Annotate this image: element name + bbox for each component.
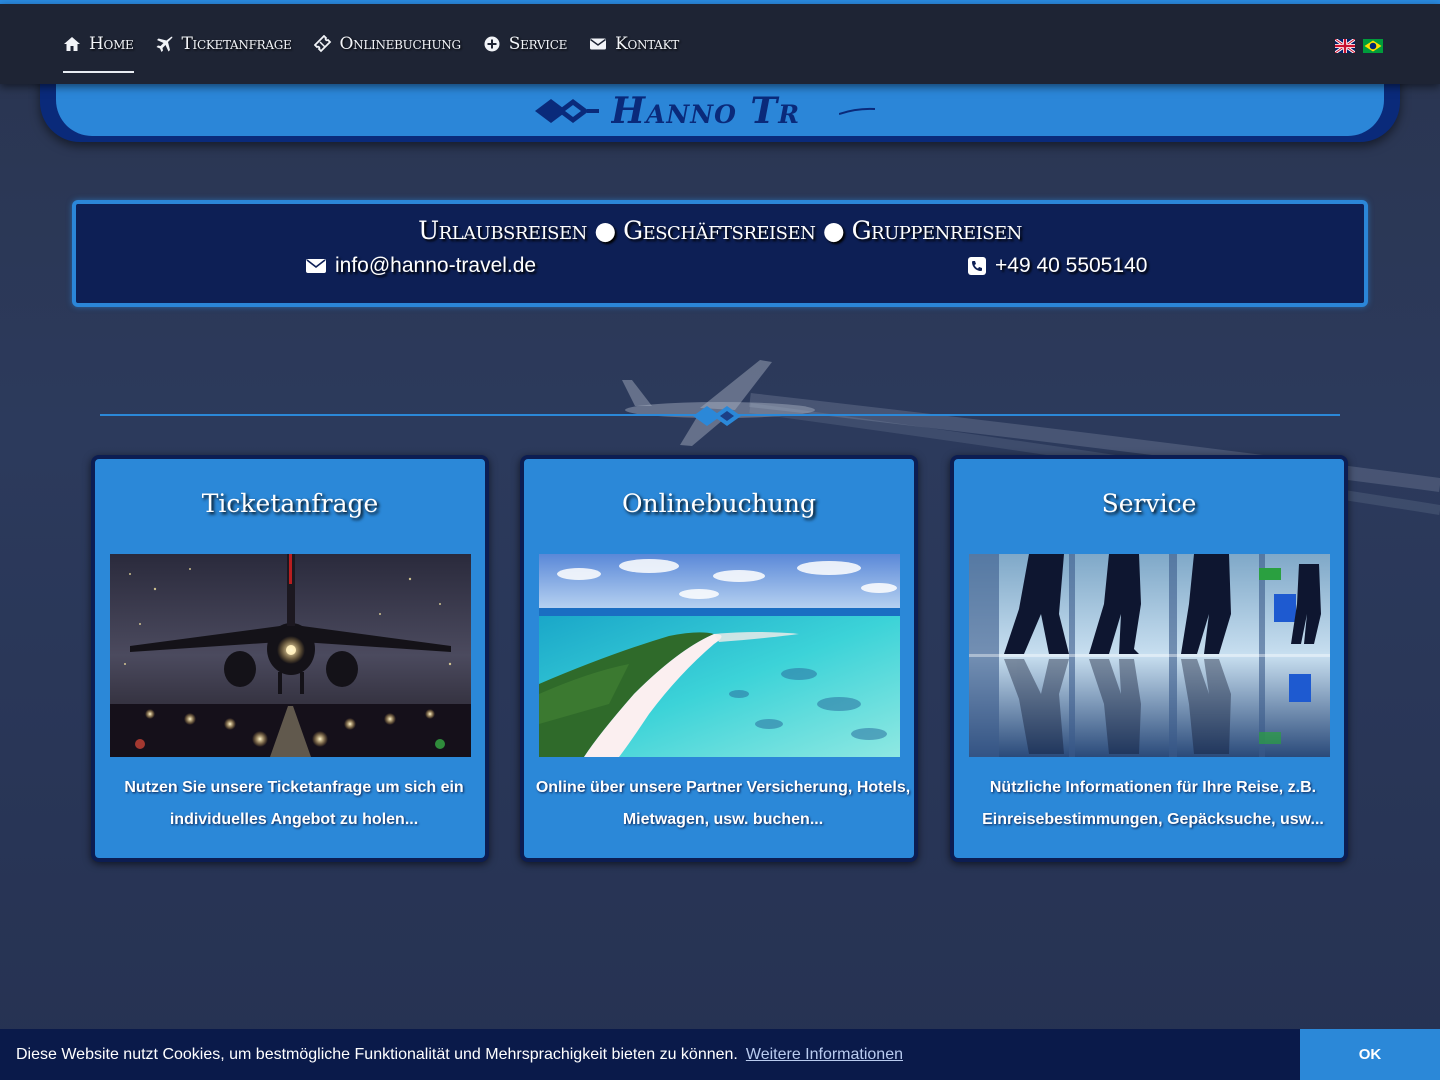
contact-email-link[interactable]: info@hanno-travel.de xyxy=(306,254,536,278)
site-logo[interactable]: Hanno Tr xyxy=(535,90,875,132)
card-title: Service xyxy=(1101,489,1197,518)
card-image-airplane-night xyxy=(110,554,471,757)
cookie-consent-bar: Diese Website nutzt Cookies, um bestmögl… xyxy=(0,1029,1440,1080)
brazil-flag-icon[interactable] xyxy=(1363,39,1383,53)
nav-item-onlinebuchung[interactable]: Onlinebuchung xyxy=(313,27,462,61)
card-title: Onlinebuchung xyxy=(622,489,816,518)
card-image-airport-terminal xyxy=(969,554,1330,757)
nav-item-label: Home xyxy=(89,34,134,54)
plane-icon xyxy=(156,35,174,53)
plus-circle-icon xyxy=(483,35,501,53)
nav-item-label: Onlinebuchung xyxy=(339,34,462,54)
card-description: Nützliche Informationen für Ihre Reise, … xyxy=(982,779,1324,828)
language-switcher xyxy=(1335,39,1383,53)
ticket-icon xyxy=(313,35,332,53)
nav-item-label: Ticketanfrage xyxy=(181,34,292,54)
divider-diamonds-icon xyxy=(693,406,741,426)
cookie-more-info-link[interactable]: Weitere Informationen xyxy=(746,1046,903,1064)
top-navbar: Home Ticketanfrage Onlinebuchung Service… xyxy=(0,4,1440,84)
card-onlinebuchung[interactable]: Onlinebuchung Online über unsere Partner… xyxy=(520,455,918,862)
nav-item-ticketanfrage[interactable]: Ticketanfrage xyxy=(156,27,292,61)
contact-phone-link[interactable]: +49 40 5505140 xyxy=(968,254,1147,278)
nav-item-home[interactable]: Home xyxy=(63,27,134,73)
nav-item-kontakt[interactable]: Kontakt xyxy=(589,27,679,61)
phone-square-icon xyxy=(968,257,986,275)
cookie-ok-button[interactable]: OK xyxy=(1300,1029,1440,1080)
main-nav: Home Ticketanfrage Onlinebuchung Service… xyxy=(63,4,701,84)
nav-item-label: Kontakt xyxy=(615,34,679,54)
card-ticketanfrage[interactable]: Ticketanfrage Nutzen Sie unsere Ticketan… xyxy=(91,455,489,862)
nav-item-label: Service xyxy=(508,34,568,54)
card-description: Online über unsere Partner Versicherung,… xyxy=(535,779,911,828)
card-title: Ticketanfrage xyxy=(201,489,379,518)
nav-item-service[interactable]: Service xyxy=(483,27,567,61)
logo-diamonds-icon xyxy=(535,99,599,123)
logo-swoosh xyxy=(839,107,875,115)
card-service[interactable]: Service Nützliche Informationen für Ihre… xyxy=(950,455,1348,862)
services-tagline: Urlaubsreisen ● Geschäftsreisen ● Gruppe… xyxy=(418,216,1022,245)
home-icon xyxy=(63,35,81,53)
cookie-message: Diese Website nutzt Cookies, um bestmögl… xyxy=(16,1045,738,1063)
envelope-icon xyxy=(306,259,326,273)
contact-email-text: info@hanno-travel.de xyxy=(335,254,537,277)
card-image-tropical-beach xyxy=(539,554,900,757)
card-description: Nutzen Sie unsere Ticketanfrage um sich … xyxy=(124,779,464,828)
contact-phone-text: +49 40 5505140 xyxy=(995,254,1148,277)
logo-text: Hanno Tr xyxy=(611,90,800,132)
envelope-icon xyxy=(589,35,607,53)
uk-flag-icon[interactable] xyxy=(1335,39,1355,53)
